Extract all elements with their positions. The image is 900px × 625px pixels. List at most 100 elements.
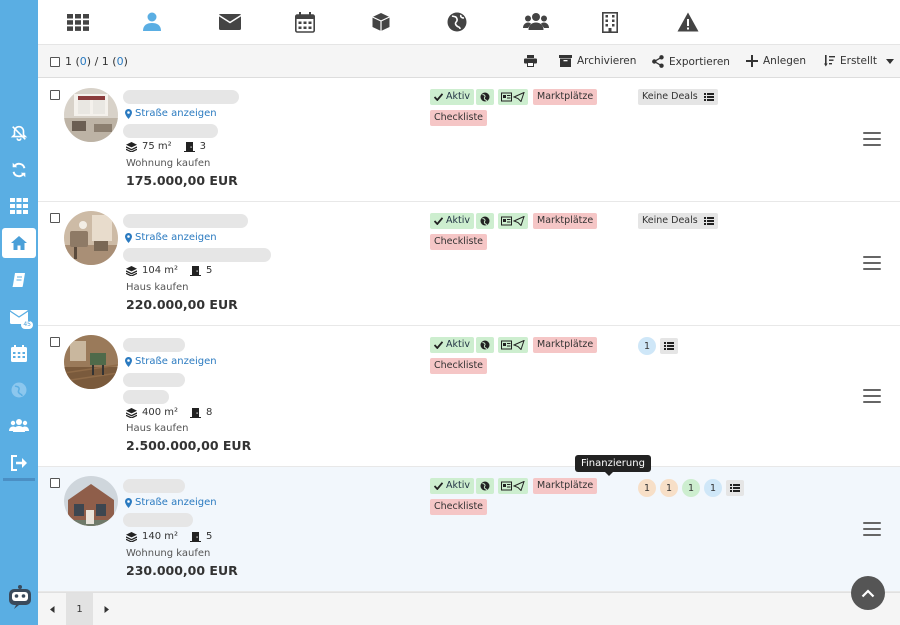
row-menu-icon[interactable] xyxy=(863,132,881,146)
mail-icon[interactable]: 45 xyxy=(0,302,38,332)
export-button[interactable]: Exportieren xyxy=(652,55,730,68)
show-street-label: Straße anzeigen xyxy=(135,497,217,508)
website-publish-icon[interactable] xyxy=(476,89,494,105)
refresh-icon[interactable] xyxy=(0,155,38,185)
address-redacted xyxy=(123,513,193,527)
property-row[interactable]: Straße anzeigen 75 m² 3 Wohnung kaufen 1… xyxy=(38,79,900,202)
users-icon[interactable] xyxy=(0,411,38,441)
list-icon[interactable] xyxy=(726,480,744,496)
property-row[interactable]: Straße anzeigen 400 m² 8 Haus kaufen 2.5… xyxy=(38,326,900,467)
home-icon[interactable] xyxy=(2,228,36,258)
archive-button[interactable]: Archivieren xyxy=(559,55,636,67)
checklist-tag[interactable]: Checkliste xyxy=(430,110,488,126)
row-checkbox[interactable] xyxy=(50,478,60,488)
box-icon[interactable] xyxy=(368,10,394,34)
check-icon xyxy=(434,93,443,101)
marketplaces-tag[interactable]: Marktplätze xyxy=(533,478,598,494)
logout-icon[interactable] xyxy=(0,448,38,478)
property-photo[interactable] xyxy=(64,211,118,265)
property-photo[interactable] xyxy=(64,476,118,526)
globe-icon[interactable] xyxy=(444,10,470,34)
row-menu-icon[interactable] xyxy=(863,256,881,270)
show-street-link[interactable]: Straße anzeigen xyxy=(125,232,217,243)
property-row[interactable]: Straße anzeigen 104 m² 5 Haus kaufen 220… xyxy=(38,202,900,326)
property-facts: 140 m² 5 xyxy=(126,531,212,542)
mail-count-badge: 45 xyxy=(21,321,33,329)
show-street-label: Straße anzeigen xyxy=(135,356,217,367)
property-photo[interactable] xyxy=(64,88,118,142)
no-deals-tag[interactable]: Keine Deals xyxy=(638,89,702,105)
checklist-tag[interactable]: Checkliste xyxy=(430,358,488,374)
print-button[interactable] xyxy=(524,55,537,67)
property-facts: 400 m² 8 xyxy=(126,407,212,418)
checklist-tag[interactable]: Checkliste xyxy=(430,234,488,250)
status-active-label: Aktiv xyxy=(446,339,470,350)
status-active-tag[interactable]: Aktiv xyxy=(430,213,474,229)
row-checkbox[interactable] xyxy=(50,213,60,223)
row-checkbox[interactable] xyxy=(50,90,60,100)
grid-icon[interactable] xyxy=(0,191,38,221)
chevron-up-icon xyxy=(861,588,875,597)
checklist-tag[interactable]: Checkliste xyxy=(430,499,488,515)
row-menu-icon[interactable] xyxy=(863,389,881,403)
count-separator: / xyxy=(91,55,102,68)
calendar-icon[interactable] xyxy=(0,338,38,368)
map-marker-icon xyxy=(125,108,132,119)
scroll-to-top-button[interactable] xyxy=(851,576,885,610)
mail-icon[interactable] xyxy=(217,10,243,34)
portal-send-icons[interactable] xyxy=(498,213,528,229)
create-button[interactable]: Anlegen xyxy=(746,55,806,67)
marketplaces-tag[interactable]: Marktplätze xyxy=(533,213,598,229)
row-checkbox[interactable] xyxy=(50,337,60,347)
no-deals-tag[interactable]: Keine Deals xyxy=(638,213,702,229)
property-photo[interactable] xyxy=(64,335,118,389)
deal-count-pill[interactable]: 1 xyxy=(638,337,656,355)
select-all-checkbox[interactable] xyxy=(50,56,60,67)
show-street-link[interactable]: Straße anzeigen xyxy=(125,108,217,119)
website-publish-icon[interactable] xyxy=(476,478,494,494)
website-publish-icon[interactable] xyxy=(476,337,494,353)
next-page-button[interactable] xyxy=(96,593,116,625)
page-1-button[interactable]: 1 xyxy=(66,593,93,625)
deal-stage-pill[interactable]: 1 xyxy=(682,479,700,497)
portal-send-icons[interactable] xyxy=(498,337,528,353)
portal-send-icons[interactable] xyxy=(498,89,528,105)
website-publish-icon[interactable] xyxy=(476,213,494,229)
status-active-label: Aktiv xyxy=(446,215,470,226)
list-icon[interactable] xyxy=(700,213,718,229)
marketplaces-tag[interactable]: Marktplätze xyxy=(533,337,598,353)
prev-page-button[interactable] xyxy=(42,593,62,625)
status-active-tag[interactable]: Aktiv xyxy=(430,89,474,105)
price: 175.000,00 EUR xyxy=(126,173,238,188)
notifications-off-icon[interactable] xyxy=(0,118,38,148)
list-icon[interactable] xyxy=(700,89,718,105)
book-icon[interactable] xyxy=(0,265,38,295)
building-icon[interactable] xyxy=(597,10,623,34)
calendar-icon[interactable] xyxy=(292,10,318,34)
marketplaces-tag[interactable]: Marktplätze xyxy=(533,89,598,105)
users-icon[interactable] xyxy=(523,10,549,34)
deal-financing-pill[interactable]: 1 xyxy=(638,479,656,497)
selected-count[interactable]: 0 xyxy=(80,55,87,68)
sort-dropdown[interactable]: Erstellt xyxy=(824,55,894,67)
create-label: Anlegen xyxy=(763,55,806,67)
marketing-type: Wohnung kaufen xyxy=(126,158,211,169)
status-active-tag[interactable]: Aktiv xyxy=(430,478,474,494)
contact-user-icon[interactable] xyxy=(139,10,165,34)
portal-send-icons[interactable] xyxy=(498,478,528,494)
property-row[interactable]: Straße anzeigen 140 m² 5 Wohnung kaufen … xyxy=(38,467,900,592)
deal-stage-pill[interactable]: 1 xyxy=(660,479,678,497)
deal-stage-pill[interactable]: 1 xyxy=(704,479,722,497)
chatbot-icon[interactable] xyxy=(7,584,33,610)
grid-icon[interactable] xyxy=(65,10,91,34)
marketing-type: Haus kaufen xyxy=(126,282,189,293)
total-selected-count[interactable]: 0 xyxy=(117,55,124,68)
show-street-link[interactable]: Straße anzeigen xyxy=(125,497,217,508)
list-icon[interactable] xyxy=(660,338,678,354)
warning-icon[interactable] xyxy=(675,10,701,34)
status-active-tag[interactable]: Aktiv xyxy=(430,337,474,353)
globe-icon[interactable] xyxy=(0,375,38,405)
show-street-link[interactable]: Straße anzeigen xyxy=(125,356,217,367)
title-redacted xyxy=(123,90,239,104)
row-menu-icon[interactable] xyxy=(863,522,881,536)
